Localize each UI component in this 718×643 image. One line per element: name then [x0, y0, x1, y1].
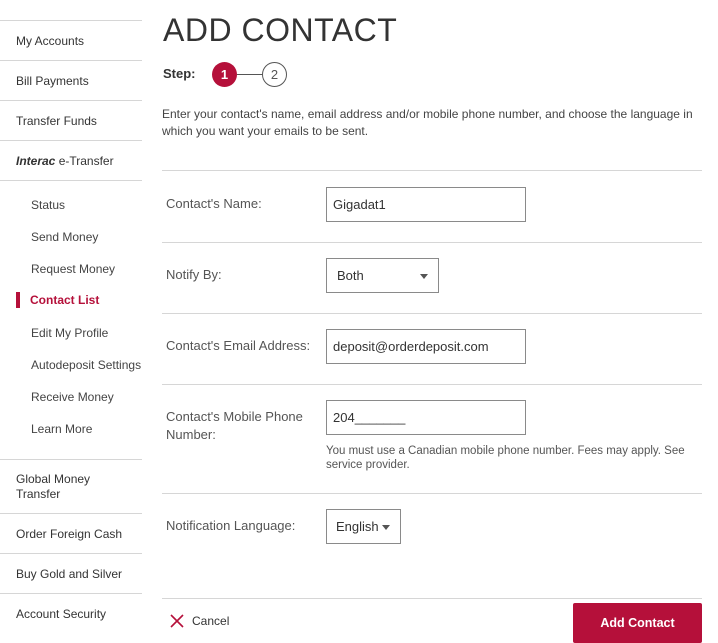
sidebar-item-bill-payments[interactable]: Bill Payments [0, 60, 142, 100]
sidebar-subitem-request-money[interactable]: Request Money [31, 262, 115, 276]
sidebar-item-account-security[interactable]: Account Security [0, 593, 142, 633]
form-divider [162, 242, 702, 243]
sidebar-item-my-accounts[interactable]: My Accounts [0, 20, 142, 60]
sidebar-item-transfer-funds[interactable]: Transfer Funds [0, 100, 142, 140]
sidebar-subitem-status[interactable]: Status [31, 198, 65, 212]
chevron-down-icon [420, 274, 428, 279]
sidebar-item-label: Interac e-Transfer [16, 153, 114, 168]
email-label: Contact's Email Address: [166, 338, 311, 353]
sidebar-subitem-learn-more[interactable]: Learn More [31, 422, 92, 436]
intro-text: Enter your contact's name, email address… [162, 107, 693, 138]
notify-by-value: Both [337, 268, 364, 283]
close-icon [170, 614, 184, 628]
contact-name-input[interactable] [326, 187, 526, 222]
sidebar-item-label: Global Money Transfer [16, 471, 91, 501]
notification-language-select[interactable]: English [326, 509, 401, 544]
page-title: ADD CONTACT [163, 12, 398, 48]
sidebar-subitem-edit-my-profile[interactable]: Edit My Profile [31, 326, 108, 340]
notify-by-select[interactable]: Both [326, 258, 439, 293]
sidebar-item-label: Buy Gold and Silver [16, 566, 123, 581]
form-divider [162, 313, 702, 314]
notify-by-label: Notify By: [166, 267, 222, 282]
contact-name-label: Contact's Name: [166, 196, 262, 211]
step-label: Step: [163, 66, 196, 81]
sidebar-item-global-money-transfer[interactable]: Global Money Transfer [0, 459, 142, 513]
notification-language-value: English [336, 519, 379, 534]
sidebar-divider [0, 180, 142, 181]
cancel-button[interactable]: Cancel [170, 614, 229, 628]
mobile-phone-note: You must use a Canadian mobile phone num… [326, 445, 685, 471]
form-divider [162, 170, 702, 171]
form-divider [162, 384, 702, 385]
sidebar-subitem-contact-list[interactable]: Contact List [16, 292, 99, 308]
sidebar-item-label: Order Foreign Cash [16, 526, 123, 541]
sidebar-item-buy-gold-and-silver[interactable]: Buy Gold and Silver [0, 553, 142, 593]
cancel-label: Cancel [192, 614, 230, 628]
mobile-phone-input[interactable] [326, 400, 526, 435]
step-indicator-current: 1 [212, 62, 237, 87]
sidebar-subitem-receive-money[interactable]: Receive Money [31, 390, 114, 404]
form-divider [162, 493, 702, 494]
sidebar-subitem-autodeposit-settings[interactable]: Autodeposit Settings [31, 358, 141, 372]
form-divider [162, 598, 702, 599]
sidebar-item-interac-etransfer[interactable]: Interac e-Transfer [0, 140, 142, 180]
sidebar-item-order-foreign-cash[interactable]: Order Foreign Cash [0, 513, 142, 553]
chevron-down-icon [382, 525, 390, 530]
sidebar-subitem-send-money[interactable]: Send Money [31, 230, 98, 244]
notification-language-label: Notification Language: [166, 518, 296, 533]
add-contact-button[interactable]: Add Contact [573, 603, 702, 643]
sidebar-item-label: Account Security [16, 606, 107, 621]
mobile-phone-label: Contact's Mobile Phone Number: [166, 409, 303, 442]
step-indicator-next: 2 [262, 62, 287, 87]
sidebar-item-label: Bill Payments [16, 73, 89, 88]
sidebar-item-label: Transfer Funds [16, 113, 97, 128]
email-input[interactable] [326, 329, 526, 364]
step-connector [237, 74, 263, 75]
sidebar-item-label: My Accounts [16, 33, 85, 48]
